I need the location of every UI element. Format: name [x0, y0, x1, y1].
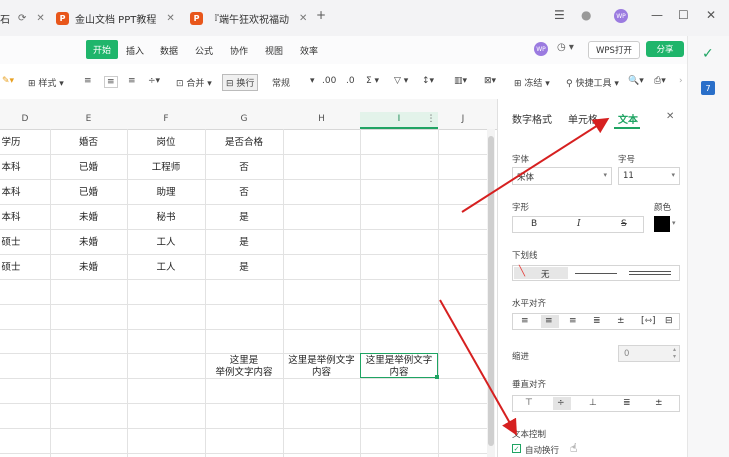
- annotation-arrows: [439, 117, 610, 436]
- arrow-to-autowrap: [439, 299, 517, 436]
- arrow-to-text-tab: [461, 117, 610, 213]
